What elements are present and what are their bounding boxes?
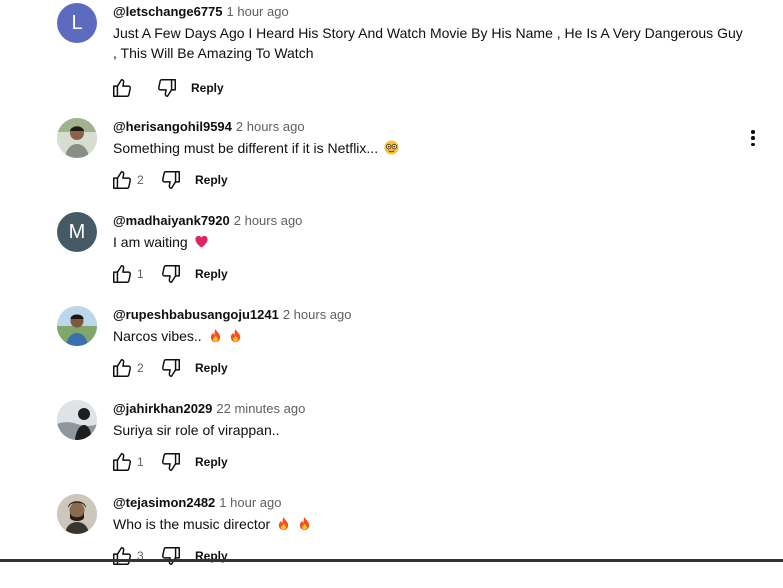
comment-text: I am waiting: [113, 232, 743, 252]
comment-author[interactable]: @rupeshbabusangoju1241: [113, 307, 279, 322]
thumbs-up-icon[interactable]: [110, 544, 134, 568]
comment-time[interactable]: 2 hours ago: [283, 307, 352, 322]
more-vertical-icon[interactable]: [745, 128, 761, 148]
comment-meta: @letschange6775 1 hour ago: [113, 3, 289, 21]
comment-time[interactable]: 2 hours ago: [236, 119, 305, 134]
comment-item: @herisangohil9594 2 hours ago Something m…: [0, 118, 783, 212]
like-count: 1: [137, 455, 144, 469]
comment-actions: 1 Reply: [110, 262, 228, 286]
comment-author[interactable]: @jahirkhan2029: [113, 401, 212, 416]
thumbs-down-icon[interactable]: [159, 544, 183, 568]
heart-emoji-icon: [195, 235, 208, 248]
thumbs-up-icon[interactable]: [110, 450, 134, 474]
thumbs-down-icon[interactable]: [159, 168, 183, 192]
like-count: 1: [137, 267, 144, 281]
avatar[interactable]: M: [57, 212, 97, 252]
comment-meta: @jahirkhan2029 22 minutes ago: [113, 400, 305, 418]
comment-author[interactable]: @madhaiyank7920: [113, 213, 230, 228]
avatar[interactable]: [57, 494, 97, 534]
fire-emoji-icon: [210, 328, 220, 343]
comment-text: Narcos vibes..: [113, 326, 743, 346]
comment-time[interactable]: 1 hour ago: [219, 495, 281, 510]
avatar[interactable]: L: [57, 3, 97, 43]
comment-actions: Reply: [110, 76, 224, 100]
comment-item: @rupeshbabusangoju1241 2 hours ago Narcos…: [0, 306, 783, 400]
comment-actions: 3 Reply: [110, 544, 228, 568]
thumbs-up-icon[interactable]: [110, 356, 134, 380]
comment-text-content: Narcos vibes..: [113, 328, 202, 344]
thumbs-down-icon[interactable]: [155, 76, 179, 100]
comment-item: @jahirkhan2029 22 minutes ago Suriya sir …: [0, 400, 783, 494]
reply-button[interactable]: Reply: [195, 361, 228, 375]
like-count: 2: [137, 361, 144, 375]
reply-button[interactable]: Reply: [195, 173, 228, 187]
comment-text-content: Something must be different if it is Net…: [113, 140, 379, 156]
comment-text: Suriya sir role of virappan..: [113, 422, 280, 438]
comment-item: M @madhaiyank7920 2 hours ago I am waitin…: [0, 212, 783, 306]
comment-meta: @madhaiyank7920 2 hours ago: [113, 212, 302, 230]
comment-text: Something must be different if it is Net…: [113, 138, 743, 158]
reply-button[interactable]: Reply: [191, 81, 224, 95]
comment-time[interactable]: 22 minutes ago: [216, 401, 305, 416]
comment-meta: @tejasimon2482 1 hour ago: [113, 494, 281, 512]
comment-text-content: I am waiting: [113, 234, 188, 250]
thumbs-up-icon[interactable]: [110, 76, 134, 100]
comment-actions: 2 Reply: [110, 168, 228, 192]
avatar-letter: M: [68, 220, 86, 243]
comment-author[interactable]: @herisangohil9594: [113, 119, 232, 134]
comment-author[interactable]: @tejasimon2482: [113, 495, 215, 510]
reply-button[interactable]: Reply: [195, 455, 228, 469]
nerd-face-emoji-icon: [384, 140, 399, 155]
comment-meta: @herisangohil9594 2 hours ago: [113, 118, 305, 136]
fire-emoji-icon: [231, 328, 241, 343]
comment-item: @tejasimon2482 1 hour ago Who is the musi…: [0, 494, 783, 588]
avatar-letter: L: [71, 11, 83, 34]
comment-text-content: Who is the music director: [113, 516, 271, 532]
comment-author[interactable]: @letschange6775: [113, 4, 223, 19]
avatar[interactable]: [57, 118, 97, 158]
comment-actions: 2 Reply: [110, 356, 228, 380]
comment-text: Just A Few Days Ago I Heard His Story An…: [113, 25, 743, 61]
avatar[interactable]: [57, 400, 97, 440]
comment-actions: 1 Reply: [110, 450, 228, 474]
thumbs-up-icon[interactable]: [110, 262, 134, 286]
thumbs-down-icon[interactable]: [159, 356, 183, 380]
comment-text: Who is the music director: [113, 514, 743, 534]
comment-item: L @letschange6775 1 hour ago Just A Few D…: [0, 3, 783, 97]
thumbs-down-icon[interactable]: [159, 262, 183, 286]
comment-time[interactable]: 1 hour ago: [227, 4, 289, 19]
avatar[interactable]: [57, 306, 97, 346]
comment-meta: @rupeshbabusangoju1241 2 hours ago: [113, 306, 352, 324]
comment-time[interactable]: 2 hours ago: [234, 213, 303, 228]
like-count: 2: [137, 173, 144, 187]
fire-emoji-icon: [278, 516, 289, 531]
reply-button[interactable]: Reply: [195, 267, 228, 281]
thumbs-up-icon[interactable]: [110, 168, 134, 192]
fire-emoji-icon: [299, 516, 310, 531]
thumbs-down-icon[interactable]: [159, 450, 183, 474]
